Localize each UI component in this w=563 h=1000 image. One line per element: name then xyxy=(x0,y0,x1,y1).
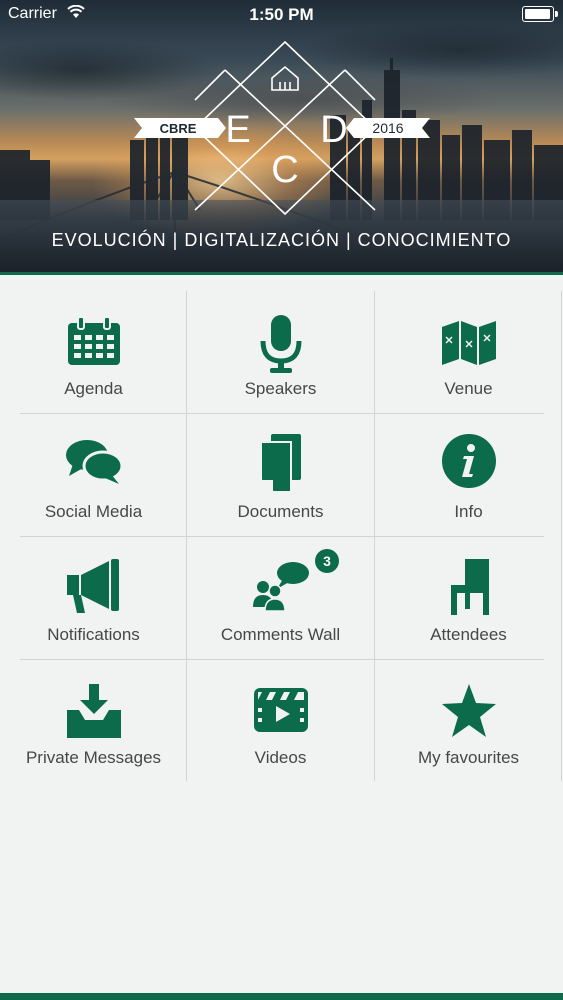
bottom-accent-bar xyxy=(0,993,563,1000)
cbre-ribbon-text: CBRE xyxy=(160,121,197,136)
video-icon xyxy=(197,686,364,742)
menu-item-label: Comments Wall xyxy=(220,625,341,644)
microphone-icon xyxy=(197,315,364,373)
menu-item-private-messages[interactable]: Private Messages xyxy=(10,660,177,782)
tagline: EVOLUCIÓN | DIGITALIZACIÓN | CONOCIMIENT… xyxy=(51,230,512,250)
menu-item-label: Social Media xyxy=(44,502,143,521)
menu-item-notifications[interactable]: Notifications xyxy=(10,537,177,659)
chat-bubbles-icon xyxy=(10,438,177,494)
inbox-download-icon xyxy=(10,684,177,740)
chair-icon xyxy=(385,559,552,615)
hero-divider xyxy=(0,272,563,275)
people-chat-icon xyxy=(197,561,364,617)
menu-item-label: Notifications xyxy=(47,625,140,644)
logo-letter-c: C xyxy=(271,149,298,191)
event-logo: CBRE 2016 E D C xyxy=(134,40,430,216)
menu-item-attendees[interactable]: Attendees xyxy=(385,537,552,659)
menu-item-videos[interactable]: Videos xyxy=(197,660,364,782)
unread-count-badge: 3 xyxy=(315,549,339,573)
menu-item-label: Documents xyxy=(237,502,324,521)
house-icon xyxy=(271,65,299,91)
map-icon xyxy=(385,315,552,371)
menu-item-info[interactable]: Info xyxy=(385,414,552,536)
menu-item-venue[interactable]: Venue xyxy=(385,291,552,413)
calendar-icon xyxy=(10,315,177,371)
megaphone-icon xyxy=(10,559,177,615)
logo-letter-d: D xyxy=(320,109,347,151)
menu-item-my-favourites[interactable]: My favourites xyxy=(385,660,552,782)
status-bar: Carrier 1:50 PM xyxy=(0,0,563,30)
info-icon xyxy=(385,434,552,490)
menu-item-social-media[interactable]: Social Media xyxy=(10,414,177,536)
menu-item-label: Venue xyxy=(444,379,493,398)
documents-icon xyxy=(197,434,364,492)
clock: 1:50 PM xyxy=(249,5,314,24)
menu-item-speakers[interactable]: Speakers xyxy=(197,291,364,413)
menu-item-label: Speakers xyxy=(244,379,317,398)
menu-item-label: Videos xyxy=(254,748,307,767)
year-ribbon-text: 2016 xyxy=(372,120,403,136)
menu-item-documents[interactable]: Documents xyxy=(197,414,364,536)
menu-item-label: My favourites xyxy=(417,748,520,767)
menu-item-comments-wall[interactable]: 3 Comments Wall xyxy=(197,537,364,659)
logo-letter-e: E xyxy=(225,109,250,151)
star-icon xyxy=(385,684,552,740)
battery-icon xyxy=(522,6,558,22)
grid-divider xyxy=(561,291,562,781)
menu-item-label: Info xyxy=(454,502,483,521)
menu-item-label: Agenda xyxy=(64,379,123,398)
menu-item-label: Private Messages xyxy=(25,748,162,767)
menu-item-agenda[interactable]: Agenda xyxy=(10,291,177,413)
menu-item-label: Attendees xyxy=(430,625,507,644)
